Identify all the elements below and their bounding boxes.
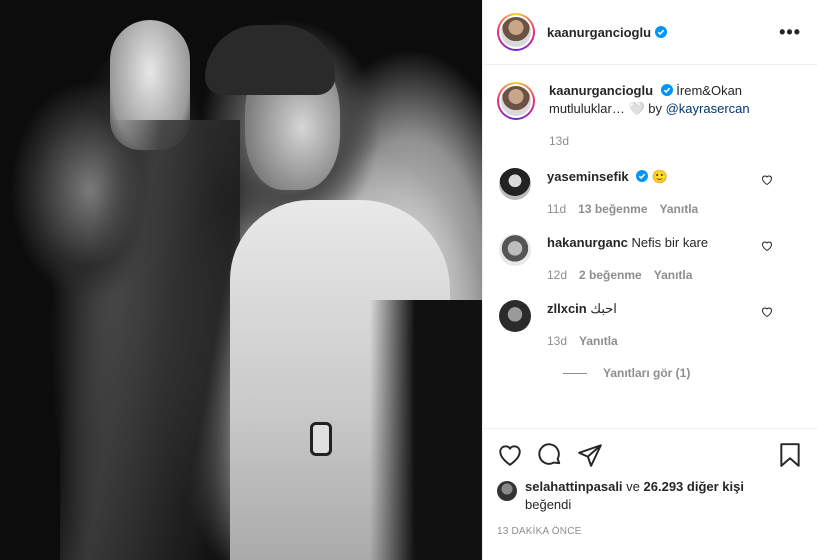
comment-avatar[interactable] xyxy=(499,168,531,200)
author-username[interactable]: kaanurgancioglu xyxy=(547,25,651,40)
comment-item: yaseminsefik 🙂 11d 13 beğenme Yanıtla xyxy=(497,168,801,216)
comment-time[interactable]: 11d xyxy=(547,202,566,216)
replies-divider xyxy=(563,372,587,374)
comment-heart-icon[interactable] xyxy=(761,240,773,252)
comment-icon[interactable] xyxy=(537,442,563,468)
comment-likes[interactable]: 2 beğenme xyxy=(579,268,642,282)
bookmark-icon[interactable] xyxy=(777,442,803,468)
action-bar xyxy=(497,429,803,481)
comment-text: Nefis bir kare xyxy=(631,235,709,250)
photo-arm xyxy=(60,120,240,560)
comment-time[interactable]: 13d xyxy=(547,334,567,348)
comment-item: zllxcin احبك 13d Yanıtla xyxy=(497,300,801,348)
view-replies-label: Yanıtları gör (1) xyxy=(603,366,691,380)
caption-text-block: kaanurgancioglu İrem&Okan mutluluklar… 🤍… xyxy=(549,82,769,150)
likes-count[interactable]: 26.293 diğer kişi xyxy=(644,479,744,494)
comment-username[interactable]: hakanurganc xyxy=(547,235,628,250)
liker-username[interactable]: selahattinpasali xyxy=(525,479,623,494)
caption-username[interactable]: kaanurgancioglu xyxy=(549,83,653,98)
comment-avatar[interactable] xyxy=(499,300,531,332)
post-photo[interactable] xyxy=(0,0,482,560)
comment-item: hakanurganc Nefis bir kare 12d 2 beğenme Y… xyxy=(497,234,801,282)
post-footer: selahattinpasali ve 26.293 diğer kişi beğ… xyxy=(483,428,817,537)
comment-heart-icon[interactable] xyxy=(761,174,773,186)
comment-likes[interactable]: 13 beğenme xyxy=(578,202,647,216)
verified-badge-icon xyxy=(660,84,673,96)
share-icon[interactable] xyxy=(577,442,603,468)
view-replies-button[interactable]: Yanıtları gör (1) xyxy=(563,366,801,380)
likes-suffix: beğendi xyxy=(525,497,572,512)
comment-avatar[interactable] xyxy=(499,234,531,266)
post-time-ago[interactable]: 13 DAKİKA ÖNCE xyxy=(497,526,803,537)
comment-username[interactable]: yaseminsefik xyxy=(547,169,629,184)
comment-username[interactable]: zllxcin xyxy=(547,301,587,316)
liker-avatar[interactable] xyxy=(497,481,517,501)
photo-foreground-shadow xyxy=(370,300,482,560)
comments-section[interactable]: kaanurgancioglu İrem&Okan mutluluklar… 🤍… xyxy=(483,66,817,428)
comment-text: 🙂 xyxy=(651,169,669,184)
comment-time[interactable]: 12d xyxy=(547,268,567,282)
comment-heart-icon[interactable] xyxy=(761,306,773,318)
caption-mention[interactable]: @kayrasercan xyxy=(666,101,750,116)
photo-hair xyxy=(205,25,335,95)
reply-button[interactable]: Yanıtla xyxy=(579,334,618,348)
more-options-icon[interactable]: ••• xyxy=(779,22,801,43)
reply-button[interactable]: Yanıtla xyxy=(654,268,693,282)
post-header: kaanurgancioglu ••• xyxy=(483,0,817,65)
verified-badge-icon xyxy=(655,26,668,38)
verified-badge-icon xyxy=(636,170,649,182)
comment-text: احبك xyxy=(590,301,617,316)
heart-icon[interactable] xyxy=(497,442,523,468)
likes-summary: selahattinpasali ve 26.293 diğer kişi beğ… xyxy=(497,479,803,514)
photo-watch xyxy=(310,422,332,456)
caption-time[interactable]: 13d xyxy=(549,132,769,150)
post-panel: kaanurgancioglu ••• kaanurgancioglu İrem… xyxy=(482,0,817,560)
author-avatar[interactable] xyxy=(497,13,535,51)
caption-avatar[interactable] xyxy=(497,82,535,120)
post-caption: kaanurgancioglu İrem&Okan mutluluklar… 🤍… xyxy=(497,82,801,150)
likes-connector: ve xyxy=(622,479,644,494)
reply-button[interactable]: Yanıtla xyxy=(660,202,699,216)
